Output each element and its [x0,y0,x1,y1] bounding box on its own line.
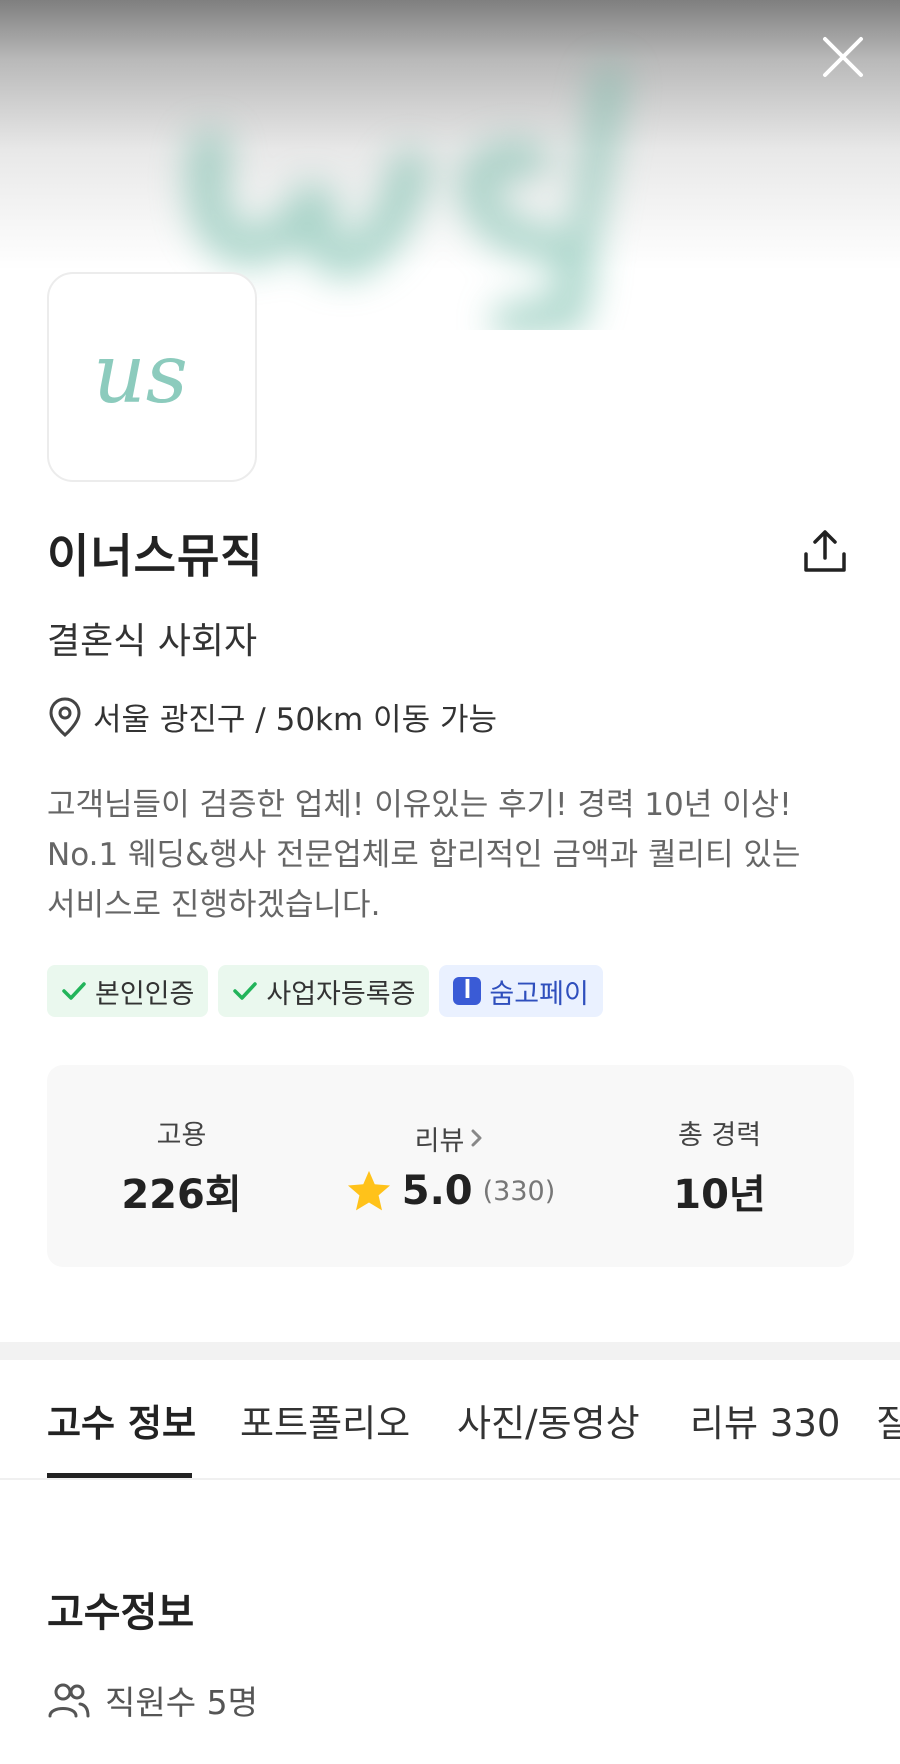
share-button[interactable] [796,522,854,580]
review-stat[interactable]: 리뷰 5.0 (330) [316,1065,585,1267]
badge-label: 사업자등록증 [266,978,416,1010]
identity-verified-badge: 본인인증 [47,965,209,1017]
career-value: 10년 [673,1172,766,1218]
active-tab-indicator [47,1473,192,1478]
soomgo-pay-icon: ꟾ [453,977,482,1005]
check-icon [233,982,258,1000]
review-label: 리뷰 [414,1125,465,1157]
intro-line: 고객님들이 검증한 업체! 이유있는 후기! 경력 10년 이상! [47,787,792,823]
tab-pro-info[interactable]: 고수 정보 [47,1360,196,1478]
svg-text:us: us [93,332,188,422]
business-registration-badge: 사업자등록증 [218,965,430,1017]
review-link[interactable]: 리뷰 [415,1118,487,1158]
location-row: 서울 광진구 / 50km 이동 가능 [47,694,497,739]
intro-line: No.1 웨딩&행사 전문업체로 합리적인 금액과 퀄리티 있는 [47,837,801,873]
career-stat: 총 경력 10년 [585,1065,854,1267]
career-label: 총 경력 [677,1119,762,1151]
share-icon [804,530,846,572]
brand-logo: us [93,332,188,422]
close-button[interactable] [812,26,874,88]
tab-qna[interactable]: 질 [876,1360,900,1478]
stats-panel: 고용 226회 리뷰 5.0 (330) 총 경력 10년 [47,1065,854,1267]
people-icon [48,1683,90,1718]
tab-bar: 고수 정보 포트폴리오 사진/동영상 리뷰 330 질 [0,1360,900,1480]
badge-list: 본인인증 사업자등록증 ꟾ 숨고페이 [47,965,603,1017]
hire-stat: 고용 226회 [47,1065,316,1267]
close-icon [823,37,863,77]
badge-label: 본인인증 [95,978,195,1010]
location-text: 서울 광진구 / 50km 이동 가능 [93,702,497,738]
profile-logo: us [47,272,257,482]
provider-name: 이너스뮤직 [47,529,264,583]
service-category: 결혼식 사회자 [47,621,258,662]
tab-reviews[interactable]: 리뷰 330 [690,1360,840,1478]
section-divider [0,1342,900,1360]
location-pin-icon [49,696,81,737]
employee-count-row: 직원수 5명 [47,1676,258,1724]
tab-portfolio[interactable]: 포트폴리오 [240,1360,410,1478]
tab-photos-videos[interactable]: 사진/동영상 [457,1360,640,1478]
review-value: 5.0 (330) [346,1168,555,1214]
hire-label: 고용 [156,1119,207,1151]
review-rating: 5.0 [401,1168,473,1214]
intro-text: 고객님들이 검증한 업체! 이유있는 후기! 경력 10년 이상! No.1 웨… [47,780,867,930]
star-icon [347,1170,390,1211]
hire-value: 226회 [121,1172,242,1218]
check-icon [62,982,86,1000]
badge-label: 숨고페이 [489,978,589,1010]
review-count: (330) [482,1175,556,1207]
employee-count-text: 직원수 5명 [105,1683,258,1722]
intro-line: 서비스로 진행하겠습니다. [47,887,381,923]
soomgo-pay-badge: ꟾ 숨고페이 [439,965,603,1017]
section-title: 고수정보 [47,1590,195,1636]
chevron-right-icon [471,1129,482,1147]
